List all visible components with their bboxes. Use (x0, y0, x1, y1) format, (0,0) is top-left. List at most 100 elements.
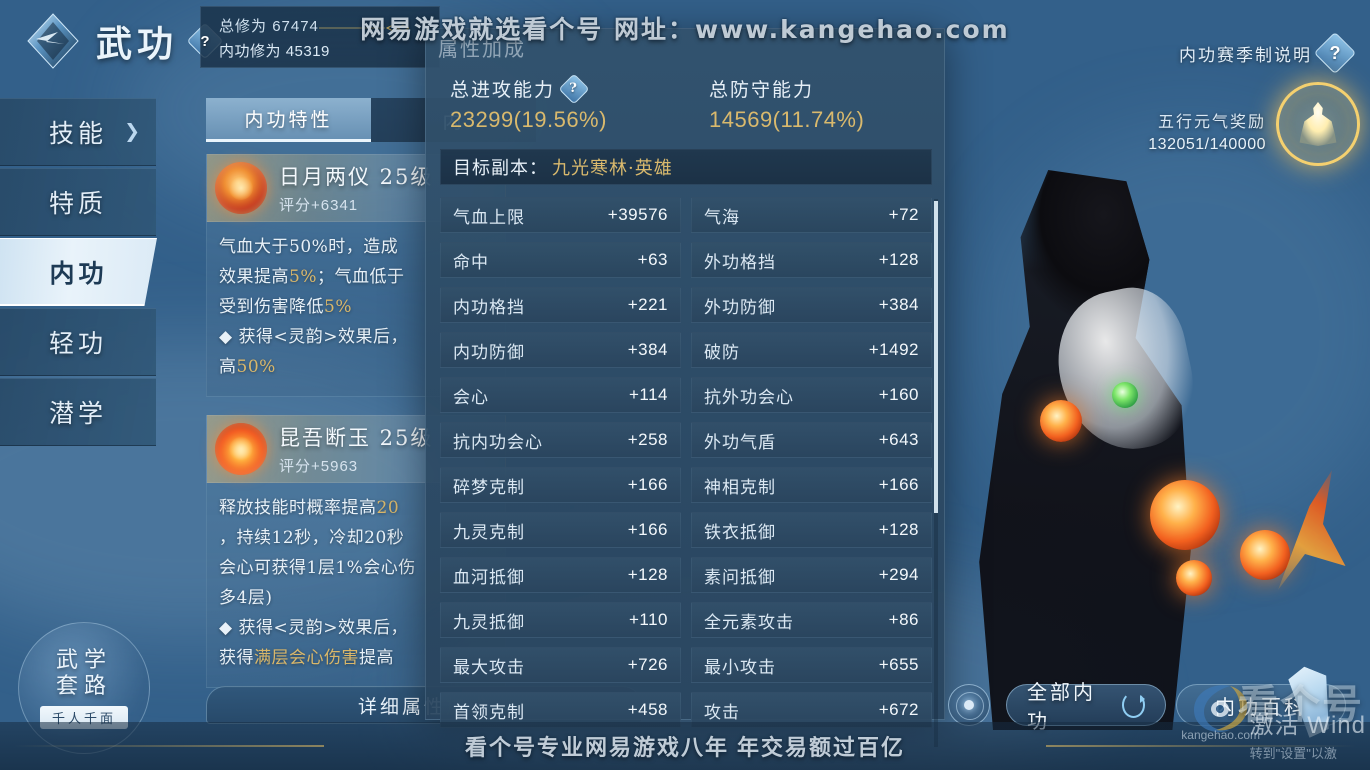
fire-orb-effect (1040, 400, 1082, 442)
stat-scrollbar-thumb[interactable] (934, 201, 938, 513)
bg-cloud (980, 120, 1370, 540)
stat-name: 首领克制 (453, 702, 525, 723)
fire-orb-effect (1176, 560, 1212, 596)
sidebar-item-label: 潜学 (48, 399, 107, 428)
martial-arts-routine-badge[interactable]: 武学 套路 千人千面 (18, 622, 150, 754)
skill-name: 日月两仪 25级 (279, 165, 434, 189)
sidebar-item-traits[interactable]: 特质 (0, 168, 156, 236)
stat-row: 九灵克制 +166 铁衣抵御 +128 (440, 512, 932, 548)
stat-row: 首领克制 +458 攻击 +672 (440, 692, 932, 728)
cultivation-info-box: 总修为 67474 内功修为 45319 (200, 6, 440, 68)
stat-name: 攻击 (704, 702, 740, 723)
stat-cell: 气海 +72 (691, 197, 932, 233)
page-title: 武功 (96, 23, 179, 65)
reward-value: 132051/140000 (1148, 136, 1266, 153)
stat-name: 全元素攻击 (704, 612, 794, 633)
stat-value: +128 (878, 250, 919, 269)
stat-value: +128 (878, 520, 919, 539)
total-defense-label: 总防守能力 (709, 79, 815, 101)
reward-label: 五行元气奖励 (1157, 112, 1266, 131)
flame-streak-effect (1278, 470, 1346, 590)
inner-cultivation-value: 45319 (285, 43, 330, 60)
stat-row: 会心 +114 抗外功会心 +160 (440, 377, 932, 413)
stat-name: 气血上限 (453, 207, 525, 228)
diamond-logo-icon (24, 12, 82, 70)
stat-cell: 外功气盾 +643 (691, 422, 932, 458)
target-dungeon-value: 九光寒林·英雄 (552, 158, 673, 179)
total-cultivation: 总修为 67474 (219, 15, 319, 36)
stat-row: 最大攻击 +726 最小攻击 +655 (440, 647, 932, 683)
meditating-figure-icon[interactable] (1276, 82, 1360, 166)
kangehao-url-watermark: kangehao.com (1181, 728, 1260, 742)
stat-value: +672 (878, 700, 919, 719)
stat-value: +160 (878, 385, 919, 404)
target-dungeon-bar[interactable]: 目标副本： 九光寒林·英雄 (440, 149, 932, 185)
all-neigong-button[interactable]: 全部内功 (1006, 680, 1166, 733)
sidebar-item-neigong[interactable]: 内功 (0, 238, 157, 306)
season-help-link[interactable]: 内功赛季制说明 ? (1179, 31, 1357, 75)
stat-value: +72 (888, 205, 919, 224)
encyclopedia-label: 内功百科 (1215, 694, 1307, 719)
character-feather-robe (1044, 278, 1206, 462)
encyclopedia-button[interactable]: 内功百科 (1176, 684, 1346, 726)
stat-cell: 气血上限 +39576 (440, 197, 681, 233)
stat-cell: 命中 +63 (440, 242, 681, 278)
game-screen: 武功 ? 总修为 67474 内功修为 45319 内功赛季制说明 ? 技能 ❯ (0, 0, 1370, 770)
stat-cell: 外功防御 +384 (691, 287, 932, 323)
stat-name: 破防 (704, 342, 740, 363)
stat-value: +39576 (607, 205, 668, 224)
stat-name: 命中 (453, 252, 489, 273)
total-attack-value: 23299(19.56%) (450, 107, 607, 132)
stat-value: +166 (627, 475, 668, 494)
stat-cell: 碎梦克制 +166 (440, 467, 681, 503)
page-header: 武功 ? (24, 12, 224, 70)
badge-ribbon: 千人千面 (39, 705, 128, 729)
stat-row: 内功防御 +384 破防 +1492 (440, 332, 932, 368)
stat-name: 最小攻击 (704, 657, 776, 678)
stat-value: +166 (878, 475, 919, 494)
stat-cell: 九灵克制 +166 (440, 512, 681, 548)
stat-value: +384 (878, 295, 919, 314)
stat-value: +221 (627, 295, 668, 314)
stat-row: 碎梦克制 +166 神相克制 +166 (440, 467, 932, 503)
ornament-line-right (1046, 745, 1356, 747)
windows-activate-line2: 转到"设置"以激 (1249, 746, 1337, 761)
stat-cell: 外功格挡 +128 (691, 242, 932, 278)
stat-cell: 血河抵御 +128 (440, 557, 681, 593)
sidebar: 技能 ❯ 特质 内功 轻功 潜学 (0, 98, 157, 448)
all-neigong-label: 全部内功 (1027, 680, 1096, 733)
sidebar-item-skills[interactable]: 技能 ❯ (0, 98, 156, 166)
tab-neigong-traits[interactable]: 内功特性 (206, 98, 371, 142)
attack-help-icon[interactable]: ? (558, 72, 590, 105)
stat-name: 抗外功会心 (704, 387, 794, 408)
sidebar-item-qianxue[interactable]: 潜学 (0, 378, 156, 446)
stat-name: 最大攻击 (453, 657, 525, 678)
orbit-toggle-icon[interactable] (948, 684, 990, 726)
stat-value: +258 (627, 430, 668, 449)
stat-cell: 九灵抵御 +110 (440, 602, 681, 638)
green-orb-effect (1112, 382, 1138, 408)
badge-line1: 武学 (55, 647, 112, 673)
stat-name: 九灵抵御 (453, 612, 525, 633)
attribute-bonus-panel: 属性加成 总进攻能力 ? 23299(19.56%) 总防守能力 14569(1… (425, 28, 945, 747)
stat-value: +384 (627, 340, 668, 359)
skill-name: 昆吾断玉 25级 (279, 426, 434, 450)
stat-cell: 神相克制 +166 (691, 467, 932, 503)
stat-value: +726 (627, 655, 668, 674)
season-help-label: 内功赛季制说明 (1179, 45, 1312, 66)
stat-cell: 首领克制 +458 (440, 692, 681, 728)
stat-name: 外功防御 (704, 297, 776, 318)
fire-orb-effect (1150, 480, 1220, 550)
stat-value: +166 (627, 520, 668, 539)
skill-score: 评分+5963 (279, 458, 359, 475)
sun-moon-orb-icon (215, 162, 267, 214)
stat-cell: 会心 +114 (440, 377, 681, 413)
inner-cultivation: 内功修为 45319 (219, 40, 330, 61)
character-silhouette (979, 170, 1191, 730)
stat-row: 气血上限 +39576 气海 +72 (440, 197, 932, 233)
flame-blade-icon (215, 423, 267, 475)
header-help-icon[interactable]: ? (186, 22, 224, 60)
season-help-icon[interactable]: ? (1313, 31, 1357, 75)
sidebar-item-qinggong[interactable]: 轻功 (0, 308, 156, 376)
stat-name: 外功气盾 (704, 432, 776, 453)
